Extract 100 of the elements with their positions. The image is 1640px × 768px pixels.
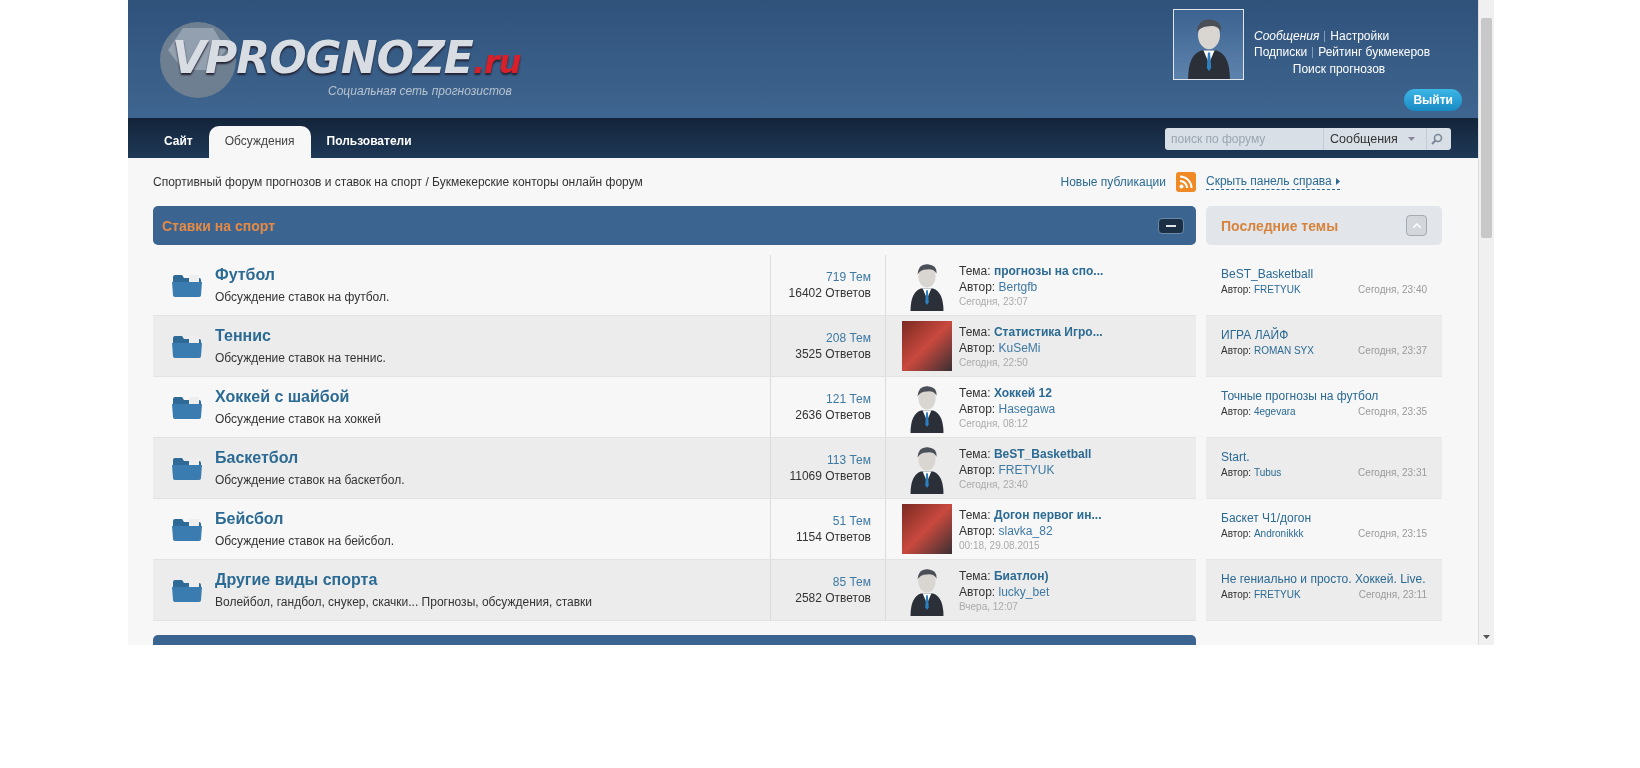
author-label: Автор: <box>959 523 996 538</box>
reply-count: 11069 Ответов <box>789 469 871 483</box>
search-scope-dropdown[interactable]: Сообщения <box>1323 128 1426 150</box>
nav-tab[interactable]: Обсуждения <box>208 126 311 158</box>
forum-title[interactable]: Другие виды спорта <box>215 571 770 589</box>
post-time: Сегодня, 23:40 <box>959 478 1029 490</box>
user-menu-link[interactable]: Сообщения <box>1254 29 1320 43</box>
user-menu-link[interactable]: Подписки <box>1254 45 1308 59</box>
post-time: 00:18, 29.08.2015 <box>959 539 1041 551</box>
author-label: Автор: <box>1221 406 1252 417</box>
forum-title[interactable]: Бейсбол <box>215 510 770 528</box>
author-label: Автор: <box>1221 345 1252 356</box>
scrollbar-thumb[interactable] <box>1481 18 1492 238</box>
search-field[interactable]: поиск по форуму Сообщения <box>1165 128 1451 150</box>
thread-count: 208 Тем <box>826 331 871 345</box>
reply-count: 2636 Ответов <box>795 408 871 422</box>
recent-topic-link[interactable]: Точные прогнозы на футбол <box>1221 389 1427 403</box>
author-link[interactable]: slavka_82 <box>998 523 1053 538</box>
author-link[interactable]: lucky_bet <box>998 584 1050 599</box>
topic-label: Тема: <box>959 324 991 339</box>
post-time: Сегодня, 23:07 <box>959 295 1029 307</box>
reply-count: 2582 Ответов <box>795 591 871 605</box>
sidebar-title: Последние темы <box>1221 217 1339 234</box>
post-time: Сегодня, 23:15 <box>1358 528 1427 539</box>
nav-tab[interactable]: Сайт <box>148 126 209 158</box>
forum-description: Волейбол, гандбол, снукер, скачки... Прогнозы, обсуждения, ставки <box>215 595 594 609</box>
author-link[interactable]: FRETYUK <box>1253 284 1301 295</box>
forum-title[interactable]: Футбол <box>215 266 770 284</box>
topic-link[interactable]: Хоккей 12 <box>993 385 1052 400</box>
author-label: Автор: <box>1221 284 1252 295</box>
forum-description: Обсуждение ставок на теннис. <box>215 351 387 365</box>
topic-label: Тема: <box>959 385 991 400</box>
folder-icon <box>171 516 203 542</box>
recent-topic-link[interactable]: Start. <box>1221 450 1427 464</box>
thread-count: 51 Тем <box>832 514 871 528</box>
author-label: Автор: <box>1221 467 1252 478</box>
reply-count: 1154 Ответов <box>796 530 871 544</box>
recent-topic-link[interactable]: ИГРА ЛАЙФ <box>1221 328 1427 342</box>
author-link[interactable]: Tubus <box>1253 467 1282 478</box>
author-label: Автор: <box>1221 528 1252 539</box>
recent-topic-link[interactable]: Не гениально и просто. Хоккей. Live. <box>1221 572 1427 586</box>
user-menu-link[interactable]: Настройки <box>1330 29 1390 43</box>
photo-placeholder[interactable] <box>902 504 952 554</box>
user-avatar[interactable] <box>1173 9 1244 80</box>
thread-count: 85 Тем <box>832 575 871 589</box>
post-time: Сегодня, 23:31 <box>1358 467 1427 478</box>
folder-icon <box>171 455 203 481</box>
thread-count: 719 Тем <box>826 270 871 284</box>
forum-description: Обсуждение ставок на хоккей <box>215 412 382 426</box>
author-link[interactable]: FRETYUK <box>998 462 1055 477</box>
post-time: Сегодня, 23:35 <box>1358 406 1427 417</box>
caret-icon <box>1407 137 1415 141</box>
scroll-down-arrow-icon[interactable] <box>1483 635 1490 639</box>
author-label: Автор: <box>959 462 996 477</box>
forum-description: Обсуждение ставок на баскетбол. <box>215 473 406 487</box>
logout-button[interactable]: Выйти <box>1404 89 1462 111</box>
author-link[interactable]: KuSeMi <box>998 340 1041 355</box>
topic-link[interactable]: BeST_Basketball <box>993 446 1092 461</box>
recent-topic-link[interactable]: Баскет Ч1/догон <box>1221 511 1427 525</box>
topic-link[interactable]: Биатлон) <box>993 568 1049 583</box>
recent-topic-link[interactable]: BeST_Basketball <box>1221 267 1427 281</box>
forum-title[interactable]: Баскетбол <box>215 449 770 467</box>
collapse-button[interactable] <box>1158 217 1184 234</box>
folder-icon <box>171 333 203 359</box>
logo-tagline: Социальная сеть прогнозистов <box>328 84 512 98</box>
author-link[interactable]: Andronikkk <box>1253 528 1304 539</box>
topic-label: Тема: <box>959 568 991 583</box>
user-menu-link[interactable]: Рейтинг букмекеров <box>1318 45 1431 59</box>
topic-link[interactable]: Догон первог ин... <box>993 507 1102 522</box>
thread-count: 121 Тем <box>826 392 871 406</box>
topic-link[interactable]: прогнозы на спо... <box>993 263 1104 278</box>
author-link[interactable]: Bertgfb <box>998 279 1038 294</box>
forum-title[interactable]: Теннис <box>215 327 770 345</box>
post-time: Вчера, 12:07 <box>959 600 1019 612</box>
new-posts-link[interactable]: Новые публикации <box>1060 175 1166 189</box>
author-label: Автор: <box>959 401 996 416</box>
hide-panel-link[interactable]: Скрыть панель справа <box>1206 174 1340 190</box>
breadcrumb[interactable]: Спортивный форум прогнозов и ставок на спорт / Букмекерские конторы онлайн форум <box>153 175 643 189</box>
topic-link[interactable]: Статистика Игро... <box>993 324 1103 339</box>
forum-title[interactable]: Хоккей с шайбой <box>215 388 770 406</box>
photo-placeholder[interactable] <box>902 321 952 371</box>
post-time: Сегодня, 22:50 <box>959 356 1029 368</box>
chevron-up-icon <box>1412 223 1421 228</box>
reply-count: 16402 Ответов <box>788 286 871 300</box>
post-time: Сегодня, 08:12 <box>959 417 1029 429</box>
nav-tab[interactable]: Пользователи <box>310 126 428 158</box>
folder-icon <box>171 394 203 420</box>
user-menu-link[interactable]: Поиск прогнозов <box>1292 62 1386 76</box>
author-label: Автор: <box>959 340 996 355</box>
post-time: Сегодня, 23:11 <box>1358 589 1427 600</box>
author-link[interactable]: FRETYUK <box>1253 589 1301 600</box>
folder-icon <box>171 577 203 603</box>
author-label: Автор: <box>959 584 996 599</box>
author-link[interactable]: ROMAN SYX <box>1253 345 1314 356</box>
author-link[interactable]: Hasegawa <box>998 401 1056 416</box>
reply-count: 3525 Ответов <box>795 347 871 361</box>
author-link[interactable]: 4egevara <box>1253 406 1296 417</box>
topic-label: Тема: <box>959 507 991 522</box>
rss-icon[interactable] <box>1176 172 1196 192</box>
post-time: Сегодня, 23:40 <box>1358 284 1427 295</box>
